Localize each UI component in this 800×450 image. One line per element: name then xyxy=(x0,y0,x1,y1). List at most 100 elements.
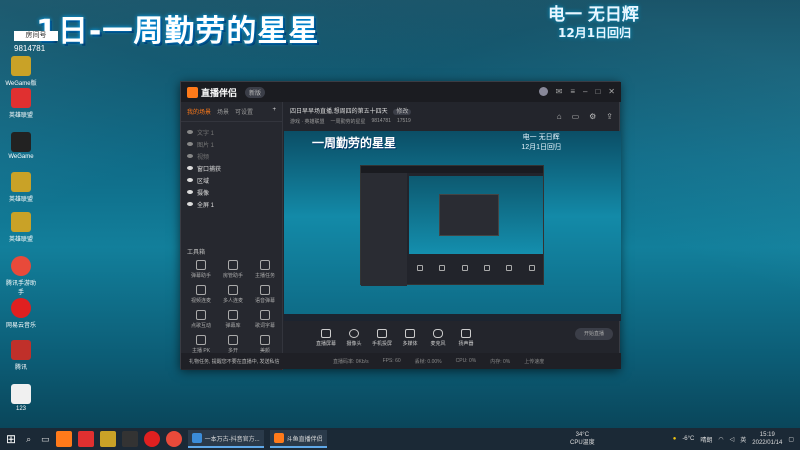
stream-preview[interactable]: 一周勤劳的星星 电一 无日辉 12月1日回归 xyxy=(284,131,621,321)
tool-item[interactable]: 多人连麦 xyxy=(217,285,249,304)
desktop-icon-lol-2[interactable]: 英雄联盟 xyxy=(4,172,38,203)
preview-taskbar xyxy=(284,314,621,321)
start-stream-button[interactable]: 开始直播 xyxy=(575,328,613,340)
task-icon xyxy=(260,260,270,270)
settings-icon[interactable]: ⚙ xyxy=(589,112,596,121)
tool-grid: 弹幕助手 房管助手 主播任务 视频连麦 多人连麦 语音弹幕 点歌互动 弹幕库 歌… xyxy=(185,260,281,354)
system-tray: ● -6°C 晴朗 ◠ ◁ 英 15:19 2022/01/14 ▢ xyxy=(673,431,794,447)
library-icon xyxy=(228,310,238,320)
tool-item[interactable]: 房管助手 xyxy=(217,260,249,279)
eye-icon[interactable] xyxy=(187,142,193,146)
tab-scenes[interactable]: 场景 xyxy=(217,107,229,116)
tool-item[interactable]: 美颜 xyxy=(249,335,281,354)
source-item[interactable]: 区域 xyxy=(181,174,282,186)
tool-item[interactable]: 语音弹幕 xyxy=(249,285,281,304)
eye-icon[interactable] xyxy=(187,154,193,158)
media-button[interactable]: 多媒体 xyxy=(396,329,424,347)
mail-icon[interactable]: ✉ xyxy=(556,87,563,96)
live-companion-window: 直播伴侣 新版 ✉ ≡ – □ ✕ 我的场景 场景 可设置 + 文字 1 图片 … xyxy=(180,81,621,370)
camera-button[interactable]: 摄像头 xyxy=(340,329,368,347)
lol-icon xyxy=(11,88,31,108)
notification-icon[interactable]: ▢ xyxy=(788,436,794,443)
desktop-icon-lol-3[interactable]: 英雄联盟 xyxy=(4,212,38,243)
title-bar[interactable]: 直播伴侣 新版 ✉ ≡ – □ ✕ xyxy=(181,82,621,102)
cpu-temperature: 34°C CPU温度 xyxy=(570,432,595,446)
version-badge: 新版 xyxy=(245,87,266,98)
clock[interactable]: 15:19 2022/01/14 xyxy=(752,431,782,447)
netease-music-icon xyxy=(11,298,31,318)
source-item[interactable]: 文字 1 xyxy=(181,126,282,138)
source-item[interactable]: 全屏 1 xyxy=(181,198,282,210)
eye-icon[interactable] xyxy=(187,178,193,182)
pk-icon xyxy=(196,335,206,345)
share-icon[interactable]: ⇪ xyxy=(606,112,613,121)
phone-cast-button[interactable]: 手机投屏 xyxy=(368,329,396,347)
status-cpu: CPU: 0% xyxy=(455,358,477,364)
gift-icon[interactable]: ⌂ xyxy=(557,112,562,121)
tool-item[interactable]: 点歌互动 xyxy=(185,310,217,329)
game-icon[interactable] xyxy=(99,431,116,447)
stream-meta: 游戏 · 英雄联盟 一周勤劳的星星 9814781 17519 xyxy=(290,118,411,125)
avatar[interactable] xyxy=(538,87,548,96)
microphone-button[interactable]: 麦克风 xyxy=(424,329,452,347)
tool-item[interactable]: 弹幕助手 xyxy=(185,260,217,279)
eye-icon[interactable] xyxy=(187,202,193,206)
preview-overlay-title: 一周勤劳的星星 xyxy=(312,136,397,150)
multi-open-icon xyxy=(228,335,238,345)
source-item[interactable]: 窗口捕获 xyxy=(181,162,282,174)
search-icon[interactable]: ⌕ xyxy=(26,434,31,445)
source-item[interactable]: 图片 1 xyxy=(181,138,282,150)
source-item[interactable]: 视频 xyxy=(181,150,282,162)
browser-icon xyxy=(191,433,202,443)
tool-item[interactable]: 主播 PK xyxy=(185,335,217,354)
add-icon[interactable]: + xyxy=(272,107,276,116)
eye-icon[interactable] xyxy=(187,190,193,194)
eye-icon[interactable] xyxy=(187,130,193,134)
eye-icon[interactable] xyxy=(187,166,193,170)
wegame-taskbar-icon[interactable] xyxy=(77,431,94,447)
tool-item[interactable]: 多开 xyxy=(217,335,249,354)
live-companion-icon xyxy=(273,433,284,443)
douyu-icon[interactable] xyxy=(55,431,72,447)
taskbar: ⊞ ⌕ ▭ 一本万古-抖音官方... 斗鱼直播伴侣 ● -6°C 晴朗 ◠ ◁ … xyxy=(0,428,800,450)
desktop-icon-wegame-lol[interactable]: WeGame版 xyxy=(4,56,38,87)
chat-icon[interactable]: ▭ xyxy=(572,112,580,121)
taskbar-app-live-companion[interactable]: 斗鱼直播伴侣 xyxy=(269,430,327,448)
source-item[interactable]: 摄像 xyxy=(181,186,282,198)
main-area: 四日早早场直播,想周四的第五十四天 修改 游戏 · 英雄联盟 一周勤劳的星星 9… xyxy=(284,102,621,370)
tab-my-scenes[interactable]: 我的场景 xyxy=(187,107,211,116)
tencent-assistant-icon[interactable] xyxy=(165,431,182,447)
minimize-icon[interactable]: – xyxy=(583,87,587,96)
voice-icon xyxy=(260,285,270,295)
desktop-icon-netease-music[interactable]: 网易云音乐 xyxy=(4,298,38,329)
maximize-icon[interactable]: □ xyxy=(595,87,600,96)
ime-icon[interactable]: 英 xyxy=(740,435,746,444)
tool-item[interactable]: 弹幕库 xyxy=(217,310,249,329)
logo-icon xyxy=(187,87,198,98)
desktop-icon-tencent-assistant[interactable]: 腾讯手游助手 xyxy=(4,256,38,296)
desktop-icon-lol[interactable]: 英雄联盟 xyxy=(4,88,38,119)
tool-item[interactable]: 视频连麦 xyxy=(185,285,217,304)
netease-icon[interactable] xyxy=(143,431,160,447)
tool-item[interactable]: 主播任务 xyxy=(249,260,281,279)
wegame-icon[interactable] xyxy=(121,431,138,447)
tab-settings[interactable]: 可设置 xyxy=(235,107,253,116)
status-fps: FPS: 60 xyxy=(382,358,401,364)
weather-icon[interactable]: ● xyxy=(673,436,677,442)
tool-item[interactable]: 歌词字幕 xyxy=(249,310,281,329)
task-view-icon[interactable]: ▭ xyxy=(41,434,50,445)
screen-capture-button[interactable]: 直播屏幕 xyxy=(312,329,340,347)
desktop-icon-tencent[interactable]: 腾讯 xyxy=(4,340,38,371)
menu-icon[interactable]: ≡ xyxy=(570,87,575,96)
windows-start-icon[interactable]: ⊞ xyxy=(6,432,16,446)
desktop-icon-wegame[interactable]: WeGame xyxy=(4,132,38,160)
preview-overlay-right: 电一 无日辉 12月1日回归 xyxy=(521,134,561,151)
speaker-button[interactable]: 扬声器 xyxy=(452,329,480,347)
network-icon[interactable]: ◠ xyxy=(718,436,723,443)
taskbar-app-browser[interactable]: 一本万古-抖音官方... xyxy=(187,430,264,448)
volume-icon[interactable]: ◁ xyxy=(730,436,735,443)
edit-title-button[interactable]: 修改 xyxy=(393,109,412,115)
desktop-icon-file-123[interactable]: 123 xyxy=(4,384,38,412)
lol-icon xyxy=(11,172,31,192)
close-icon[interactable]: ✕ xyxy=(608,87,615,96)
